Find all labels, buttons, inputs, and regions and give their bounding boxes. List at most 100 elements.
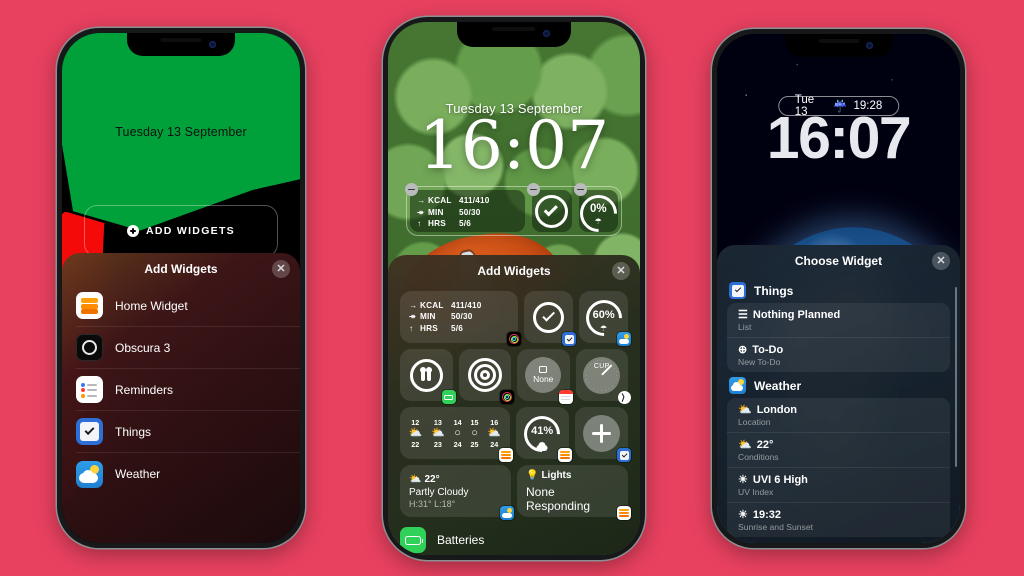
close-icon[interactable]: ✕: [272, 260, 290, 278]
list-item[interactable]: ☀ UVI 6 High UV Index: [727, 468, 950, 503]
sheet-title: Choose Widget: [794, 254, 883, 268]
option-subtitle: Sunrise and Sunset: [738, 522, 814, 532]
list-item[interactable]: Weather: [76, 453, 300, 495]
scrollbar[interactable]: [954, 287, 957, 467]
min-icon: ↠: [409, 312, 417, 322]
humidity-percent: 41%: [531, 425, 554, 437]
lock-screen-info-pill[interactable]: Tue 13 ☔ 19:28: [777, 94, 900, 118]
option-title: Nothing Planned: [752, 308, 841, 321]
weather-rain-widget[interactable]: 60% ☂: [578, 291, 631, 346]
sheet-header: Add Widgets ✕: [388, 255, 640, 287]
list-item[interactable]: Things: [76, 411, 300, 453]
plus-circle-icon: [127, 225, 140, 237]
forecast-temp: 23: [433, 439, 442, 449]
calendar-badge: [558, 390, 573, 404]
close-icon[interactable]: ✕: [932, 252, 950, 270]
forecast-icon: ⛅: [408, 426, 423, 439]
list-item[interactable]: Home Widget: [76, 285, 300, 327]
things-app-icon: [76, 418, 103, 445]
weather-condition: Partly Cloudy: [409, 486, 469, 498]
forecast-hour: 14: [453, 417, 462, 427]
min-label: MIN: [420, 312, 436, 322]
forecast-temp: 22: [411, 439, 420, 449]
lock-things-widget[interactable]: [527, 183, 572, 232]
remove-widget-icon[interactable]: [405, 183, 418, 196]
calendar-none-label: None: [533, 374, 554, 384]
things-badge: [562, 332, 577, 346]
umbrella-icon: ☂: [600, 323, 608, 333]
front-camera-icon: [866, 42, 874, 49]
add-widgets-button[interactable]: ADD WIDGETS: [84, 205, 278, 257]
list-item[interactable]: ⛅ 22° Conditions: [727, 433, 950, 468]
speaker-slot-icon: [160, 38, 202, 42]
clock-badge: [617, 390, 631, 404]
things-check-widget[interactable]: [524, 291, 577, 346]
hrs-icon: ↑: [409, 323, 414, 333]
option-subtitle: Conditions: [738, 452, 779, 462]
widget-options-card: ☰ Nothing Planned List ⊕ To-Do New To-Do: [727, 303, 950, 372]
activity-rings-widget[interactable]: [458, 349, 514, 404]
weather-badge: [500, 506, 514, 520]
forecast-icon: ⛅: [487, 426, 502, 439]
kcal-icon: →: [409, 300, 418, 310]
things-app-icon: [729, 282, 746, 299]
forecast-temp: 24: [453, 439, 462, 449]
fitness-row: ↑ HRS 5/6: [409, 323, 463, 335]
option-title-line: ☀ 19:32: [738, 508, 939, 522]
reminders-app-icon: [76, 376, 103, 403]
add-widget-button[interactable]: [574, 407, 631, 462]
batteries-label: Batteries: [437, 533, 485, 547]
speaker-slot-icon: [492, 27, 536, 31]
forecast-temp: 25: [470, 439, 479, 449]
remove-widget-icon[interactable]: [573, 183, 587, 196]
fitness-row: ↠ MIN 50/30: [409, 311, 473, 323]
forecast-day: 16 ⛅ 24: [487, 418, 501, 449]
list-item[interactable]: ☀ 19:32 Sunrise and Sunset: [727, 503, 950, 537]
lock-rain-widget[interactable]: 0% ☂: [572, 183, 625, 240]
remove-widget-icon[interactable]: [527, 183, 540, 196]
forecast-day: 13 ⛅ 23: [431, 418, 445, 449]
analog-clock-icon: CUP: [583, 356, 621, 394]
weather-icon: ⛅: [738, 439, 752, 451]
phone-device-3: Tue 13 ☔ 19:28 16:07 Choose Widget ✕ Thi…: [712, 29, 965, 548]
hrs-label: HRS: [420, 323, 438, 333]
fitness-row: → KCAL 411/410: [409, 300, 482, 312]
lightbulb-icon: 💡: [526, 469, 539, 481]
lock-fitness-widget[interactable]: → KCAL 411/410 ↠ MIN 50/30 ↑ HRS 5/6: [405, 183, 525, 232]
list-item[interactable]: ⊕ To-Do New To-Do: [727, 338, 950, 372]
plus-icon: [582, 414, 620, 452]
list-item[interactable]: Obscura 3: [76, 327, 300, 369]
home-lights-widget[interactable]: 💡 Lights None Responding: [517, 465, 631, 520]
humidity-gauge-widget[interactable]: 41%: [515, 407, 572, 462]
min-icon: ↠: [417, 207, 425, 217]
clock-city-widget[interactable]: CUP: [575, 349, 631, 404]
weather-highlow: H:31° L:18°: [409, 498, 456, 509]
things-badge: [617, 448, 631, 462]
humidity-gauge-icon: 41%: [516, 408, 568, 459]
notch: [127, 33, 235, 56]
weather-forecast-widget[interactable]: 12 ⛅ 22 13 ⛅ 23 14 ○ 24 15 ○ 25 16 ⛅ 24: [400, 407, 513, 462]
airpods-battery-widget[interactable]: [400, 349, 456, 404]
fitness-stats-widget[interactable]: → KCAL 411/410 ↠ MIN 50/30 ↑ HRS 5/6: [400, 291, 522, 346]
list-item[interactable]: ⛅ London Location: [727, 398, 950, 433]
option-subtitle: UV Index: [738, 487, 774, 497]
phone-1-screen: Tuesday 13 September 16:06 ADD WIDGETS A…: [62, 33, 300, 543]
kcal-value: 411/410: [451, 300, 482, 310]
list-item[interactable]: ☰ Nothing Planned List: [727, 303, 950, 338]
pill-date: Tue 13: [794, 94, 815, 118]
sheet-title: Add Widgets: [144, 262, 218, 276]
close-glyph: ✕: [936, 254, 946, 267]
list-item[interactable]: Reminders: [76, 369, 300, 411]
close-icon[interactable]: ✕: [612, 262, 630, 280]
forecast-hour: 16: [490, 417, 499, 427]
weather-conditions-widget[interactable]: ⛅ 22° Partly Cloudy H:31° L:18°: [400, 465, 514, 520]
app-group-name: Weather: [754, 378, 802, 393]
forecast-icon: ○: [454, 426, 461, 439]
add-widgets-sheet: Add Widgets ✕ Home Widget Obscura 3 Remi…: [62, 253, 300, 543]
option-subtitle: List: [738, 322, 752, 332]
batteries-app-row[interactable]: Batteries: [388, 517, 640, 553]
lights-status: None Responding: [526, 484, 591, 513]
calendar-none-widget[interactable]: None: [517, 349, 573, 404]
forecast-day: 15 ○ 25: [471, 418, 479, 449]
fitness-row: ↑ HRS 5/6: [417, 218, 518, 230]
